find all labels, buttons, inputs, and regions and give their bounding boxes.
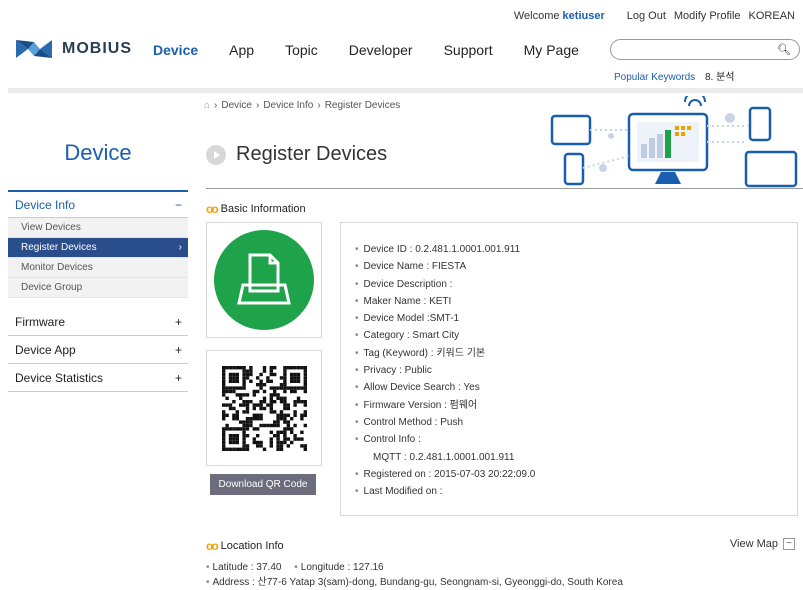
- expand-icon[interactable]: +: [175, 343, 182, 357]
- title-bullet-icon: [206, 144, 226, 165]
- basic-info-heading: oo Basic Information: [206, 202, 306, 216]
- side-item-device-info[interactable]: Device Info −: [8, 192, 188, 218]
- field-control-detail: MQTT : 0.2.481.1.0001.001.911: [373, 451, 515, 463]
- breadcrumb: ⌂ › Device › Device Info › Register Devi…: [204, 100, 401, 111]
- nav-app[interactable]: App: [229, 42, 254, 58]
- field-maker-name: Maker Name : KETI: [355, 293, 535, 310]
- search-input[interactable]: [621, 40, 781, 59]
- nav-device[interactable]: Device: [153, 42, 198, 58]
- address: Address : 산77-6 Yatap 3(sam)-dong, Bunda…: [212, 577, 623, 588]
- modify-profile-link[interactable]: Modify Profile: [674, 10, 741, 22]
- field-control-method: Control Method : Push: [355, 414, 535, 431]
- location-details: • Latitude : 37.40 • Longitude : 127.16 • A…: [206, 562, 623, 588]
- side-sub-monitor-devices[interactable]: Monitor Devices: [8, 258, 188, 278]
- global-nav: Device App Topic Developer Support My Pa…: [153, 42, 610, 58]
- title-divider: [206, 188, 803, 189]
- device-icon-card: [206, 222, 322, 338]
- language-link[interactable]: KOREAN: [749, 10, 795, 22]
- location-info-heading: oo Location Info: [206, 539, 284, 553]
- field-last-modified: Last Modified on :: [355, 483, 535, 500]
- longitude: Longitude : 127.16: [300, 562, 384, 573]
- qr-code-image: [222, 366, 307, 451]
- side-title: Device: [64, 140, 132, 165]
- side-sub-register-devices[interactable]: Register Devices ›: [8, 238, 188, 258]
- field-device-model: Device Model :SMT-1: [355, 310, 535, 327]
- field-device-name: Device Name : FIESTA: [355, 258, 535, 275]
- nav-support[interactable]: Support: [444, 42, 493, 58]
- side-item-firmware[interactable]: Firmware +: [8, 308, 188, 336]
- field-registered-on: Registered on : 2015-07-03 20:22:09.0: [355, 466, 536, 483]
- field-device-id: Device ID : 0.2.481.1.0001.001.911: [355, 241, 535, 258]
- collapse-icon[interactable]: −: [175, 198, 182, 212]
- utility-bar: Welcome ketiuser Log Out Modify Profile …: [514, 10, 795, 22]
- nav-my-page[interactable]: My Page: [524, 42, 579, 58]
- side-sub-view-devices[interactable]: View Devices: [8, 218, 188, 238]
- popular-keywords: Popular Keywords 8. 분석: [614, 68, 734, 83]
- logout-link[interactable]: Log Out: [627, 10, 666, 22]
- field-control-info: Control Info :: [355, 431, 535, 448]
- breadcrumb-device[interactable]: Device: [221, 100, 252, 111]
- page-title: Register Devices: [206, 143, 387, 166]
- field-category: Category : Smart City: [355, 327, 535, 344]
- field-allow-search: Allow Device Search : Yes: [355, 379, 535, 396]
- logo[interactable]: MOBIUS: [14, 36, 132, 62]
- field-tag: Tag (Keyword) : 키워드 기본: [355, 345, 535, 362]
- field-device-description: Device Description :: [355, 276, 535, 293]
- username: ketiuser: [562, 10, 605, 22]
- popular-keyword-link[interactable]: 8. 분석: [705, 72, 735, 83]
- breadcrumb-device-info[interactable]: Device Info: [263, 100, 313, 111]
- side-nav: Device Info − View Devices Register Devi…: [8, 190, 188, 392]
- qr-code-card: [206, 350, 322, 466]
- download-qr-button[interactable]: Download QR Code: [210, 474, 316, 495]
- side-item-label: Device Info: [15, 197, 76, 212]
- side-item-device-statistics[interactable]: Device Statistics +: [8, 364, 188, 392]
- latitude: Latitude : 37.40: [212, 562, 282, 573]
- search-box: 🔍︎: [610, 39, 800, 60]
- field-privacy: Privacy : Public: [355, 362, 535, 379]
- side-section-device-info: Device Info − View Devices Register Devi…: [8, 190, 188, 298]
- welcome-text: Welcome ketiuser: [513, 10, 605, 22]
- collapse-icon[interactable]: −: [783, 538, 795, 550]
- device-info-list: Device ID : 0.2.481.1.0001.001.911 Devic…: [355, 241, 536, 500]
- devices-illustration: [550, 96, 798, 188]
- expand-icon[interactable]: +: [175, 315, 182, 329]
- page-title-text: Register Devices: [236, 143, 388, 165]
- side-item-device-app[interactable]: Device App +: [8, 336, 188, 364]
- section-bullet-icon: oo: [206, 202, 219, 216]
- device-icon: [214, 230, 314, 330]
- chevron-right-icon: ›: [178, 242, 182, 253]
- breadcrumb-current: Register Devices: [324, 100, 401, 111]
- mobius-logo-icon: [16, 40, 52, 58]
- search-icon[interactable]: 🔍︎: [777, 43, 791, 56]
- section-bullet-icon: oo: [206, 539, 219, 553]
- view-map-label: View Map: [729, 538, 778, 550]
- field-firmware-version: Firmware Version : 펌웨어: [355, 397, 535, 414]
- view-map-toggle[interactable]: View Map −: [730, 538, 795, 550]
- home-icon[interactable]: ⌂: [204, 100, 210, 111]
- logo-text: MOBIUS: [62, 40, 132, 57]
- header-divider: [8, 88, 803, 93]
- side-sub-device-group[interactable]: Device Group: [8, 278, 188, 298]
- nav-developer[interactable]: Developer: [349, 42, 413, 58]
- device-info-panel: Device ID : 0.2.481.1.0001.001.911 Devic…: [340, 222, 798, 516]
- expand-icon[interactable]: +: [175, 371, 182, 385]
- nav-topic[interactable]: Topic: [285, 42, 318, 58]
- popular-keywords-label: Popular Keywords: [614, 72, 696, 83]
